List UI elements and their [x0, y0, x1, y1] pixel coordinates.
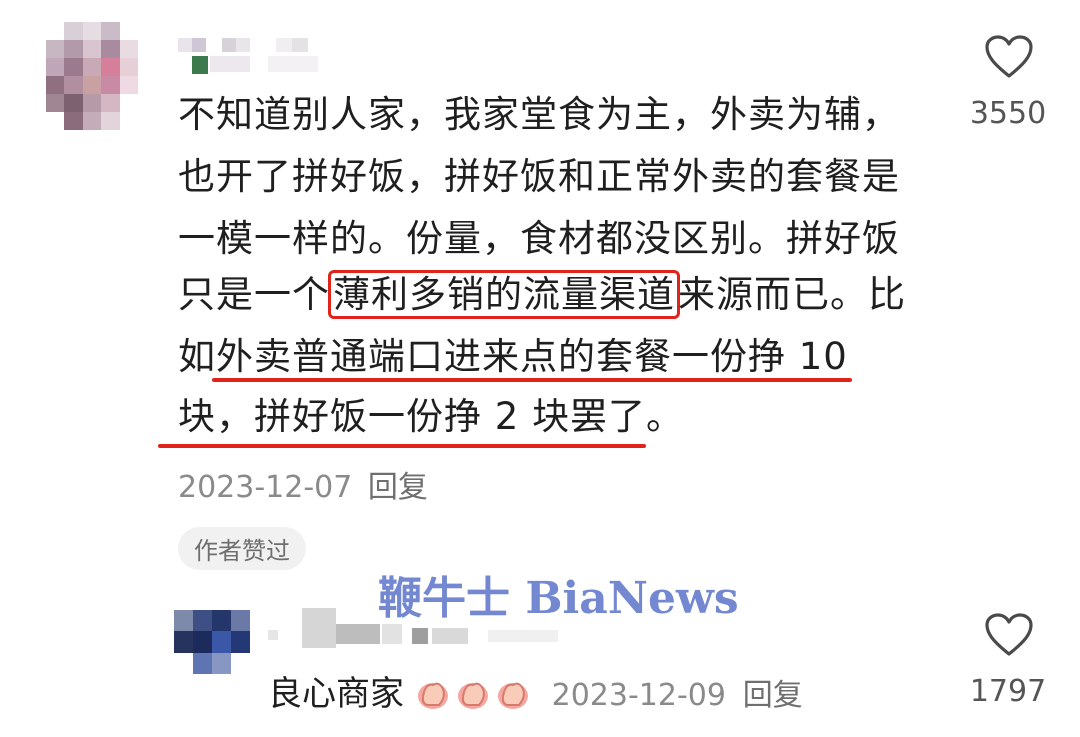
thumbs-up-emoji-icon — [417, 682, 448, 709]
author-liked-tag: 作者赞过 — [178, 527, 306, 570]
reply-row: 良心商家 2023-12-09 回复 — [268, 666, 803, 724]
comment-text-line-1: 不知道别人家，我家堂食为主，外卖为辅， — [178, 93, 900, 136]
replier-avatar[interactable] — [174, 610, 250, 674]
reply-date: 2023-12-09 — [551, 678, 726, 713]
comment-reply-button[interactable]: 回复 — [368, 470, 428, 505]
comment-text-line-4-post: 来源而已。比 — [678, 273, 906, 316]
commenter-name-blurred-4 — [268, 56, 318, 72]
commenter-name-blurred[interactable] — [178, 38, 308, 52]
heart-outline-icon[interactable] — [984, 612, 1034, 658]
commenter-avatar[interactable] — [46, 22, 138, 130]
comment-date: 2023-12-07 — [178, 470, 353, 505]
thumbs-up-emoji-icon — [497, 682, 528, 709]
comment-text-line-2: 也开了拼好饭，拼好饭和正常外卖的套餐是 — [178, 155, 900, 198]
highlight-box: 薄利多销的流量渠道 — [328, 270, 680, 319]
comment-text-line-6: 块，拼好饭一份挣 2 块罢了。 — [178, 395, 685, 438]
comment-text-line-3: 一模一样的。份量，食材都没区别。拼好饭 — [178, 217, 900, 260]
reply-text: 良心商家 — [268, 674, 404, 714]
comment-text-line-4: 只是一个薄利多销的流量渠道来源而已。比 — [178, 264, 906, 326]
commenter-name-blurred-3 — [210, 56, 250, 72]
thumbs-up-emoji-icon — [457, 682, 488, 709]
reply-reply-button[interactable]: 回复 — [743, 678, 803, 713]
commenter-name-blurred-2 — [192, 56, 208, 74]
red-underline-1 — [212, 378, 852, 382]
comment-meta: 2023-12-07 回复 — [178, 462, 428, 506]
comment-like-count: 3550 — [969, 96, 1047, 131]
replier-name-blurred[interactable] — [268, 608, 558, 650]
reply-like-count: 1797 — [969, 674, 1047, 709]
comment-text-line-4-pre: 只是一个 — [178, 273, 330, 316]
red-underline-2 — [158, 444, 646, 448]
heart-outline-icon[interactable] — [984, 34, 1034, 80]
